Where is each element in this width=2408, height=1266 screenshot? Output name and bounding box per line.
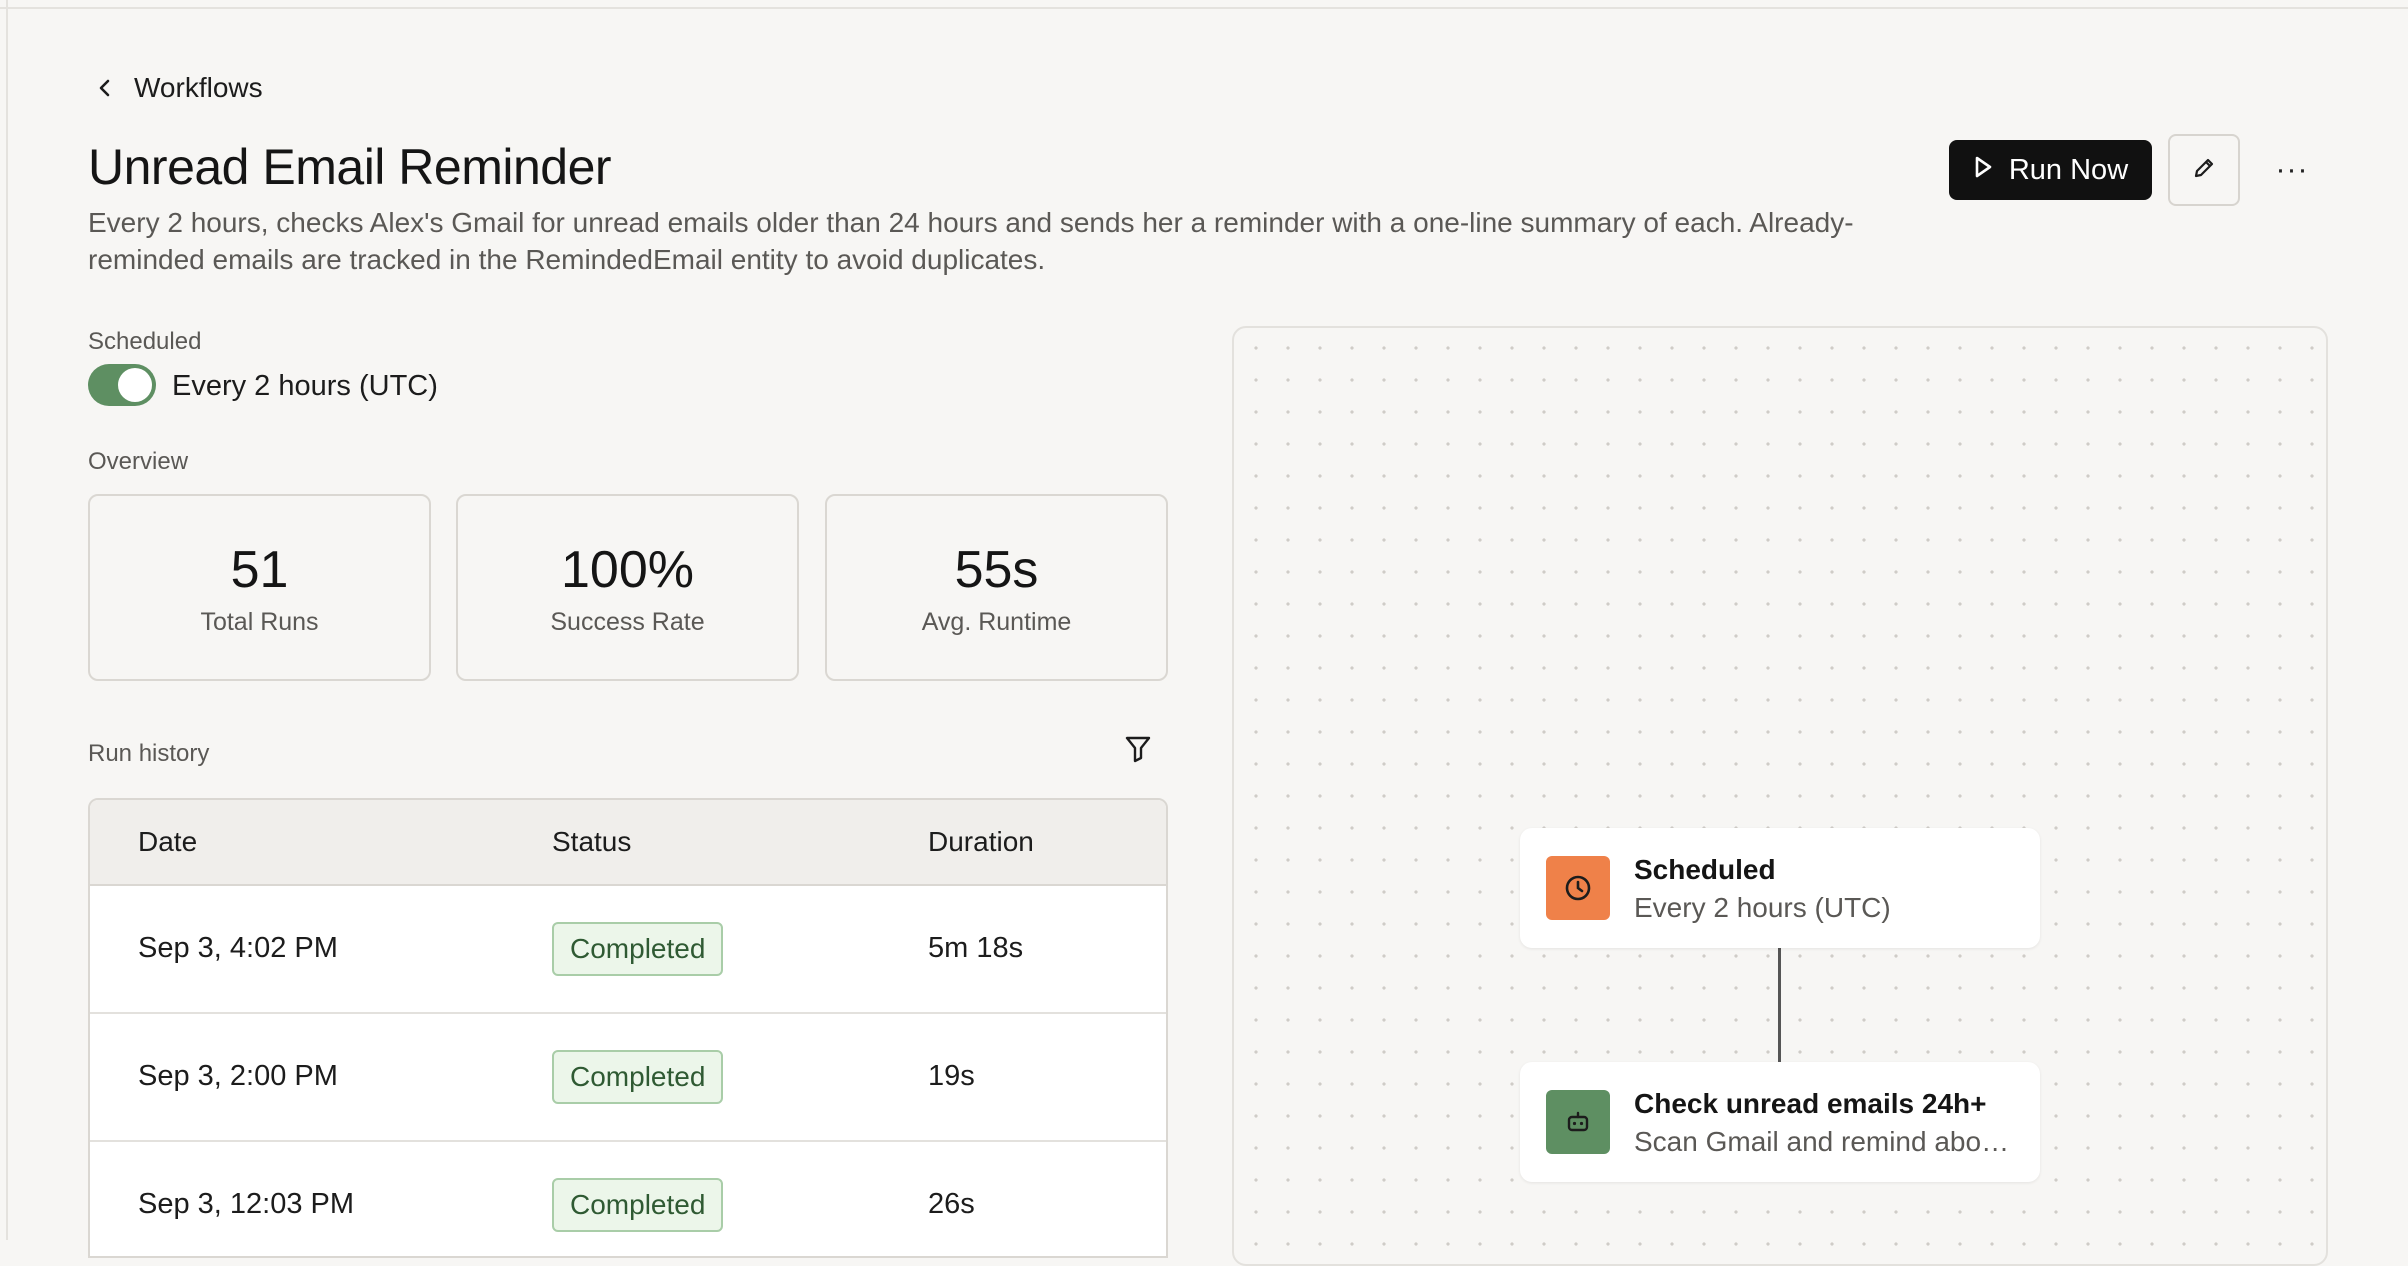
run-now-label: Run Now	[2008, 153, 2129, 186]
stat-card-avg-runtime: 55s Avg. Runtime	[825, 494, 1168, 681]
chevron-left-icon	[92, 75, 118, 101]
play-icon	[1973, 154, 1993, 187]
column-header-duration[interactable]: Duration	[928, 826, 1034, 858]
pencil-icon	[2192, 156, 2216, 185]
stat-label: Avg. Runtime	[921, 608, 1072, 636]
stat-card-success-rate: 100% Success Rate	[456, 494, 799, 681]
page-description: Every 2 hours, checks Alex's Gmail for u…	[88, 207, 1854, 275]
filter-button[interactable]	[1122, 734, 1154, 768]
schedule-toggle[interactable]	[88, 364, 156, 406]
node-subtitle: Every 2 hours (UTC)	[1634, 892, 1891, 923]
table-row[interactable]: Sep 3, 4:02 PM Completed 5m 18s	[90, 886, 1166, 1014]
status-badge: Completed	[552, 922, 724, 976]
schedule-value: Every 2 hours (UTC)	[172, 370, 438, 402]
row-date: Sep 3, 2:00 PM	[138, 1060, 338, 1092]
status-badge: Completed	[552, 1050, 724, 1104]
page-title: Unread Email Reminder	[88, 139, 612, 195]
window-top-border	[0, 0, 2408, 9]
row-duration: 5m 18s	[928, 932, 1024, 964]
status-badge: Completed	[552, 1178, 724, 1232]
node-title: Scheduled	[1634, 854, 1776, 885]
column-header-status[interactable]: Status	[552, 826, 631, 858]
node-title: Check unread emails 24h+	[1634, 1088, 1987, 1119]
stat-label: Success Rate	[550, 608, 705, 636]
edit-button[interactable]	[2168, 134, 2240, 206]
table-row[interactable]: Sep 3, 12:03 PM Completed 26s	[90, 1142, 1166, 1256]
column-header-date[interactable]: Date	[138, 826, 197, 858]
run-history-label: Run history	[88, 740, 210, 767]
stat-value: 55s	[954, 541, 1039, 599]
run-history-table: Date Status Duration Sep 3, 4:02 PM Comp…	[88, 798, 1168, 1258]
row-date: Sep 3, 4:02 PM	[138, 932, 338, 964]
node-connector	[1778, 948, 1781, 1062]
schedule-label: Scheduled	[88, 328, 202, 355]
back-to-workflows-link[interactable]: Workflows	[92, 72, 263, 104]
stat-card-total-runs: 51 Total Runs	[88, 494, 431, 681]
table-row[interactable]: Sep 3, 2:00 PM Completed 19s	[90, 1014, 1166, 1142]
row-duration: 19s	[928, 1060, 975, 1092]
node-subtitle: Scan Gmail and remind about unread email…	[1634, 1126, 2014, 1157]
run-now-button[interactable]: Run Now	[1949, 140, 2152, 200]
flow-node-action[interactable]: Check unread emails 24h+ Scan Gmail and …	[1520, 1062, 2040, 1182]
filter-icon	[1124, 734, 1152, 769]
window-left-border	[0, 0, 8, 1240]
row-duration: 26s	[928, 1188, 975, 1220]
table-header: Date Status Duration	[90, 800, 1166, 886]
back-link-label: Workflows	[134, 72, 263, 103]
stat-value: 51	[230, 541, 289, 599]
toggle-knob	[118, 368, 152, 402]
more-options-button[interactable]: ···	[2268, 150, 2316, 190]
overview-label: Overview	[88, 448, 189, 475]
robot-icon	[1546, 1090, 1610, 1154]
stat-label: Total Runs	[200, 608, 319, 636]
clock-icon	[1546, 856, 1610, 920]
flow-node-trigger[interactable]: Scheduled Every 2 hours (UTC)	[1520, 828, 2040, 948]
stat-value: 100%	[561, 541, 694, 599]
row-date: Sep 3, 12:03 PM	[138, 1188, 355, 1220]
